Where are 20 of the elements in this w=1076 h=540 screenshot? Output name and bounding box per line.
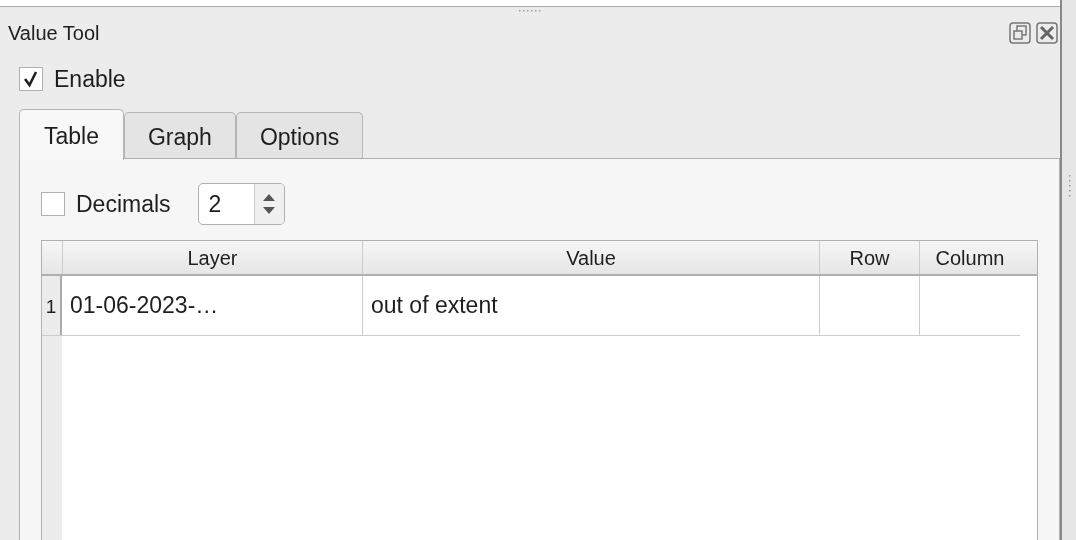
decimals-label: Decimals	[76, 190, 171, 218]
column-header[interactable]: Row	[819, 241, 919, 274]
enable-checkbox[interactable]	[19, 67, 43, 91]
column-header[interactable]: Value	[362, 241, 819, 274]
column-header[interactable]: Layer	[62, 241, 362, 274]
table-cell-text: 01-06-2023-…	[69, 291, 220, 320]
tab[interactable]: Table	[19, 108, 124, 160]
column-header[interactable]: Column	[919, 241, 1020, 274]
close-icon[interactable]	[1036, 22, 1058, 44]
enable-label: Enable	[54, 65, 126, 93]
decimals-checkbox[interactable]	[41, 192, 65, 216]
tab[interactable]: Graph	[124, 112, 236, 158]
tab[interactable]: Options	[235, 112, 364, 158]
resize-grip-icon[interactable]	[519, 9, 541, 13]
resize-grip-icon[interactable]	[1069, 175, 1072, 197]
table-cell: out of extent	[362, 276, 819, 335]
float-icon[interactable]	[1009, 22, 1031, 44]
row-number[interactable]: 1	[42, 276, 62, 335]
panel-title: Value Tool	[8, 21, 100, 45]
decimals-spinbox[interactable]: 2	[197, 183, 285, 225]
